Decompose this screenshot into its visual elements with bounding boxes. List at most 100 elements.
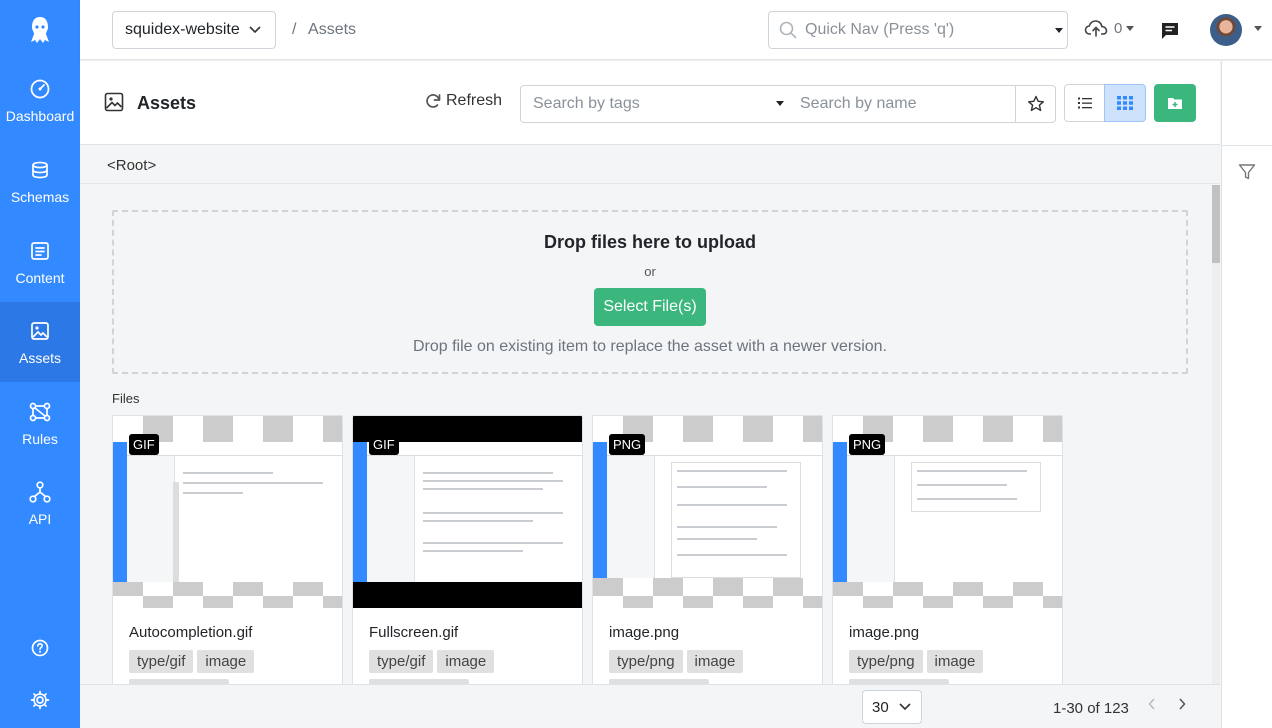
dashboard-icon	[29, 78, 51, 100]
sidebar-item-label: Assets	[18, 350, 61, 366]
panel-header: Assets Refresh	[80, 61, 1220, 145]
sidebar-item-label: API	[28, 511, 52, 527]
scrollbar-thumb[interactable]	[1212, 185, 1220, 263]
asset-type-badge: PNG	[609, 434, 646, 455]
chevron-down-icon	[899, 703, 911, 711]
star-icon	[1027, 95, 1044, 112]
asset-thumbnail: PNG	[833, 416, 1062, 608]
page-info: 1-30 of 123	[1053, 700, 1129, 717]
filter-icon[interactable]	[1238, 163, 1256, 186]
asset-tag: type/gif	[129, 650, 194, 673]
page-size-value: 30	[872, 698, 889, 716]
dropzone-hint: Drop file on existing item to replace th…	[412, 338, 887, 355]
asset-card[interactable]: PNG image.png type/png image	[592, 415, 823, 685]
page-size-select[interactable]: 30	[862, 690, 922, 724]
files-section-label: Files	[112, 391, 140, 406]
list-icon	[1077, 97, 1092, 109]
cloud-upload-icon	[1084, 20, 1108, 37]
folder-plus-icon	[1168, 98, 1182, 109]
folder-path-bar: <Root>	[80, 146, 1220, 184]
divider	[1222, 145, 1272, 146]
scrollbar[interactable]	[1212, 185, 1220, 685]
asset-card[interactable]: GIF Autocompletion.gif type/gif image	[112, 415, 343, 685]
asset-tags: type/png image	[849, 650, 984, 673]
sidebar-item-schemas[interactable]: Schemas	[0, 141, 80, 221]
select-files-button[interactable]: Select File(s)	[594, 288, 706, 326]
refresh-label: Refresh	[446, 92, 503, 109]
app-name: squidex-website	[125, 21, 240, 38]
assets-panel: Assets Refresh <Root> Drop files here	[80, 61, 1220, 728]
sidebar-item-dashboard[interactable]: Dashboard	[0, 60, 80, 140]
chevron-right-icon	[1179, 698, 1186, 710]
app-selector[interactable]: squidex-website	[112, 11, 276, 49]
sidebar-item-label: Dashboard	[5, 108, 75, 124]
sidebar-item-label: Content	[15, 270, 65, 286]
previous-page-button[interactable]	[1148, 697, 1156, 715]
asset-name: Fullscreen.gif	[369, 624, 459, 641]
upload-indicator[interactable]: 0	[1084, 18, 1135, 38]
asset-thumbnail: GIF	[353, 416, 582, 608]
sidebar-item-api[interactable]: API	[0, 463, 80, 543]
dropdown-caret-icon	[1126, 25, 1135, 31]
pagination: 30 1-30 of 123	[80, 684, 1220, 728]
chevron-left-icon	[1148, 698, 1155, 710]
asset-card[interactable]: PNG image.png type/png image	[832, 415, 1063, 685]
grid-view-button[interactable]	[1104, 84, 1146, 122]
path-root-link[interactable]: <Root>	[107, 157, 156, 174]
refresh-button[interactable]: Refresh	[424, 92, 502, 110]
api-icon	[29, 481, 51, 503]
dropdown-caret-icon[interactable]	[1055, 28, 1063, 33]
asset-thumbnail: GIF	[113, 416, 342, 608]
tag-search[interactable]	[520, 85, 789, 123]
name-search-input[interactable]	[788, 86, 1028, 122]
asset-tags: type/gif image	[369, 650, 495, 673]
asset-type-badge: PNG	[849, 434, 886, 455]
refresh-icon	[426, 94, 441, 108]
squidex-logo-icon[interactable]	[0, 0, 80, 60]
upload-dropzone[interactable]: Drop files here to upload or Select File…	[112, 210, 1188, 374]
save-query-button[interactable]	[1015, 85, 1056, 123]
asset-thumbnail: PNG	[593, 416, 822, 608]
sidebar-item-content[interactable]: Content	[0, 222, 80, 302]
assets-icon	[29, 320, 51, 342]
sidebar-item-label: Schemas	[10, 189, 70, 205]
asset-type-badge: GIF	[129, 434, 159, 455]
upload-count: 0	[1114, 19, 1123, 37]
asset-tag: type/png	[609, 650, 683, 673]
dropzone-title: Drop files here to upload	[543, 232, 757, 252]
asset-tag: image	[686, 650, 744, 673]
asset-name: Autocompletion.gif	[129, 624, 253, 641]
top-header: squidex-website / Assets 0	[80, 0, 1272, 60]
list-view-button[interactable]	[1064, 84, 1105, 122]
sidebar-item-label: Rules	[22, 431, 58, 447]
name-search[interactable]	[788, 85, 1028, 123]
help-icon[interactable]	[29, 637, 51, 659]
breadcrumb-separator: /	[292, 21, 297, 38]
asset-name: image.png	[849, 624, 920, 641]
quicknav-search[interactable]	[768, 11, 1068, 49]
dropdown-caret-icon[interactable]	[1254, 26, 1262, 31]
next-page-button[interactable]	[1178, 697, 1186, 715]
asset-tag: image	[197, 650, 255, 673]
asset-tag: type/gif	[369, 650, 434, 673]
right-sidebar	[1221, 61, 1272, 728]
avatar[interactable]	[1210, 14, 1242, 46]
asset-card[interactable]: GIF Fullscreen.gif type/gif image	[352, 415, 583, 685]
rules-icon	[29, 401, 51, 423]
dropzone-or: or	[644, 264, 656, 279]
sidebar-item-rules[interactable]: Rules	[0, 383, 80, 463]
breadcrumb-item-assets[interactable]: Assets	[308, 21, 356, 38]
sidebar: Dashboard Schemas Content Assets Rules A…	[0, 0, 80, 728]
quicknav-input[interactable]	[805, 21, 1045, 39]
asset-name: image.png	[609, 624, 680, 641]
asset-tag: type/png	[849, 650, 923, 673]
add-folder-button[interactable]	[1154, 84, 1196, 122]
tag-search-input[interactable]	[521, 86, 761, 122]
chat-icon[interactable]	[1160, 21, 1180, 46]
dropdown-caret-icon[interactable]	[776, 101, 784, 106]
breadcrumb: / Assets	[292, 21, 356, 39]
asset-type-badge: GIF	[369, 434, 399, 455]
sidebar-item-assets[interactable]: Assets	[0, 302, 80, 382]
settings-icon[interactable]	[29, 689, 51, 711]
assets-icon	[104, 92, 124, 112]
